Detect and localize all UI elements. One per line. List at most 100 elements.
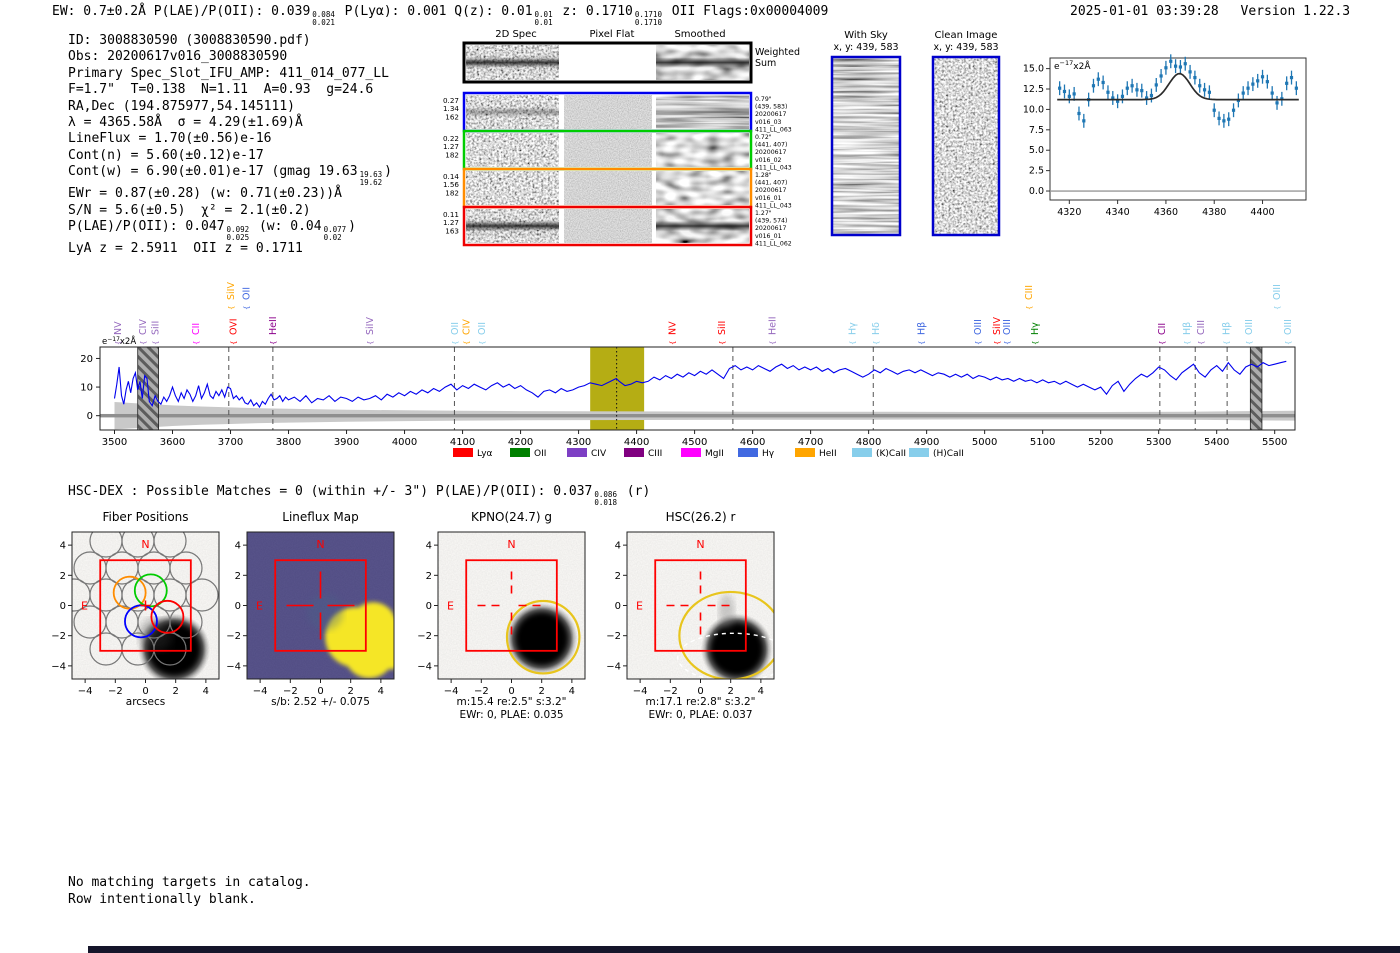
fiber-id-label: 1.28"	[755, 172, 772, 179]
fiber-id-label: (439, 574)	[755, 218, 787, 225]
x-tick-label: 5100	[1030, 437, 1055, 448]
legend-label: Lyα	[477, 449, 493, 459]
spec2d-row	[464, 43, 751, 82]
weighted-sum-label: Sum	[755, 58, 776, 69]
data-point	[1203, 88, 1206, 91]
line-label-bracket: {	[243, 306, 251, 310]
data-point	[1106, 91, 1109, 94]
data-point	[1193, 76, 1196, 79]
cutout-title: KPNO(24.7) g	[471, 510, 552, 524]
legend-swatch	[681, 448, 701, 457]
cutout-title: HSC(26.2) r	[666, 510, 736, 524]
x-tick-label: 5500	[1262, 437, 1287, 448]
fiber-id-label: v016_02	[755, 157, 782, 164]
imaging-cutouts: Fiber PositionsNE−4−4−2−2002244arcsecsLi…	[40, 503, 820, 728]
data-point	[1290, 76, 1293, 79]
y-tick-label: 15.0	[1023, 64, 1044, 75]
x-tick-label: 4600	[740, 437, 765, 448]
data-point	[1159, 74, 1162, 77]
fiber-id-label: (439, 583)	[755, 104, 787, 111]
emission-line-label: SiIV	[365, 317, 376, 335]
data-point	[1121, 95, 1124, 98]
x-tick-label: −4	[78, 686, 93, 697]
data-point	[1155, 83, 1158, 86]
report-timestamp: 2025-01-01 03:39:28	[1070, 4, 1219, 19]
header-uncertainty: 0.17100.1710	[635, 11, 662, 26]
fiber-id-label: v016_03	[755, 119, 782, 126]
pixel-flat-image	[564, 171, 652, 205]
line-label-bracket: {	[669, 341, 677, 345]
x-tick-label: −4	[253, 686, 268, 697]
legend-swatch	[453, 448, 473, 457]
fiber-id-label: 0.79"	[755, 96, 772, 103]
line-label-bracket: {	[918, 341, 926, 345]
y-tick-label: −2	[417, 631, 432, 642]
y-tick-label: 5.0	[1029, 145, 1044, 156]
fiber-id-label: 0.72"	[755, 134, 772, 141]
x-tick-label: 3900	[334, 437, 359, 448]
y-tick-label: 2	[235, 571, 241, 582]
emission-line-label: CIV	[462, 319, 473, 335]
compass-north-label: N	[316, 538, 324, 551]
line-label-bracket: {	[1032, 341, 1040, 345]
info-text: Obs: 20200617v016_3008830590	[68, 49, 287, 64]
fiber-weight-label: 182	[445, 150, 459, 159]
y-tick-label: 2.5	[1029, 166, 1044, 177]
data-point	[1261, 75, 1264, 78]
line-label-bracket: {	[769, 341, 777, 345]
signal-band	[466, 209, 559, 243]
fiber-weight-label: 182	[445, 188, 459, 197]
y-tick-label: 20	[80, 354, 93, 365]
header-summary-stats: EW: 0.7±0.2Å P(LAE)/P(OII): 0.0390.0840.…	[52, 4, 828, 19]
line-label-bracket: {	[1004, 341, 1012, 345]
info-text: (w: 0.04	[251, 219, 321, 234]
legend-swatch	[510, 448, 530, 457]
header-uncertainty: 0.0840.021	[312, 11, 335, 26]
fiber-id-label: 1.27"	[755, 210, 772, 217]
emission-line-label: Hγ	[1030, 322, 1041, 335]
data-point	[1208, 91, 1211, 94]
info-text: Cont(n) = 5.60(±0.12)e-17	[68, 148, 264, 163]
emission-line-label: HeII	[268, 316, 279, 335]
spec2d-row	[464, 93, 751, 131]
info-line: EWr = 0.87(±0.28) (w: 0.71(±0.23))Å	[68, 186, 392, 202]
data-point	[1174, 65, 1177, 68]
line-label-bracket: {	[228, 306, 236, 310]
emission-line-label: OIII	[973, 319, 984, 335]
fiber-id-label: 411_LL_043	[755, 164, 792, 171]
compass-east-label: E	[447, 600, 454, 613]
line-label-bracket: {	[152, 341, 160, 345]
data-point	[1251, 83, 1254, 86]
x-tick-label: 4360	[1154, 207, 1178, 218]
x-tick-label: 3800	[276, 437, 301, 448]
sky-panel-coords: x, y: 439, 583	[933, 42, 998, 53]
line-fit-plot: 432043404360438044000.02.55.07.510.012.5…	[1012, 48, 1312, 220]
legend-label: Hγ	[762, 449, 775, 459]
data-point	[1179, 65, 1182, 68]
smoothed-image	[656, 171, 749, 205]
signal-band	[656, 95, 749, 129]
y-tick-label: 10	[80, 383, 93, 394]
legend-label: (K)CaII	[876, 449, 906, 459]
data-point	[1295, 87, 1298, 90]
y-tick-label: −2	[51, 631, 66, 642]
signal-band	[466, 45, 559, 80]
sub-value: 0.021	[312, 19, 335, 27]
data-point	[1222, 119, 1225, 122]
data-point	[1058, 87, 1061, 90]
line-label-bracket: {	[479, 341, 487, 345]
cutout-image-img_r	[627, 532, 790, 685]
legend-swatch	[738, 448, 758, 457]
info-line: Primary Spec_Slot_IFU_AMP: 411_014_077_L…	[68, 66, 392, 82]
spec2d-image	[466, 133, 559, 167]
data-point	[1097, 78, 1100, 81]
sky-panel-image	[832, 57, 900, 235]
emission-line-label: CIII	[1196, 320, 1207, 335]
spec2d-row	[464, 169, 751, 207]
data-point	[1266, 80, 1269, 83]
fiber-id-label: 20200617	[755, 149, 787, 156]
sky-panel-title: With Sky	[844, 30, 888, 41]
galaxy-blob	[711, 623, 763, 675]
y-tick-label: −4	[606, 661, 621, 672]
line-label-bracket: {	[1223, 341, 1231, 345]
